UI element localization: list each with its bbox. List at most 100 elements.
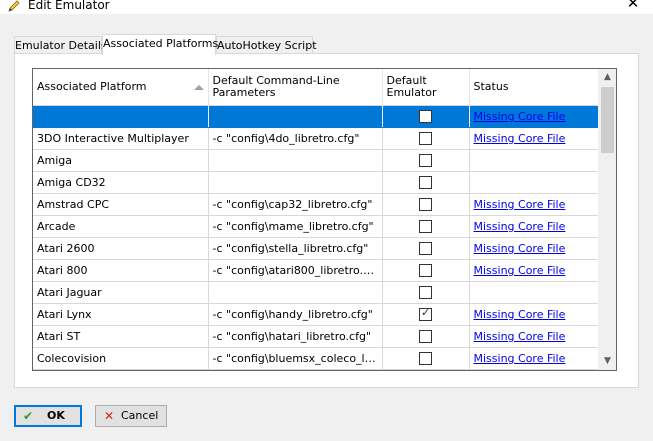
status-cell	[469, 369, 601, 370]
status-cell: Missing Core File	[469, 105, 601, 128]
default-emulator-checkbox[interactable]	[419, 154, 432, 168]
platform-cell[interactable]: Amstrad CPC	[33, 193, 209, 216]
table-row[interactable]: Colecovision -c "config\bluemsx_coleco_li…	[33, 347, 601, 370]
checkmark-icon: ✔	[23, 409, 34, 423]
status-cell: Missing Core File	[469, 127, 601, 150]
status-cell	[469, 171, 601, 194]
scroll-up-icon[interactable]: ▲	[599, 69, 616, 86]
missing-core-file-link[interactable]: Missing Core File	[474, 264, 566, 277]
platforms-table: Associated Platform Default Command-Line…	[33, 69, 601, 370]
missing-core-file-link[interactable]: Missing Core File	[474, 308, 566, 321]
default-emulator-checkbox[interactable]	[419, 132, 432, 146]
params-cell[interactable]: -c "config\stella_libretro.cfg"	[208, 237, 383, 260]
table-row[interactable]	[33, 369, 601, 370]
pencil-icon	[8, 0, 20, 12]
scroll-down-icon[interactable]: ▼	[599, 353, 616, 370]
platform-cell[interactable]: Atari Lynx	[33, 303, 209, 326]
header-row: Associated Platform Default Command-Line…	[33, 69, 601, 106]
title-bar: Edit Emulator ✕	[0, 0, 653, 14]
params-cell[interactable]: -c "config\hatari_libretro.cfg"	[208, 325, 383, 348]
default-cell	[382, 281, 470, 304]
missing-core-file-link[interactable]: Missing Core File	[474, 242, 566, 255]
missing-core-file-link[interactable]: Missing Core File	[474, 110, 566, 123]
table-row[interactable]: Amiga CD32	[33, 171, 601, 194]
default-emulator-checkbox[interactable]	[419, 242, 432, 256]
platform-cell[interactable]: Atari Jaguar	[33, 281, 209, 304]
column-header-default[interactable]: Default Emulator	[382, 69, 470, 106]
vertical-scrollbar[interactable]: ▲ ▼	[598, 69, 616, 370]
default-emulator-checkbox[interactable]	[419, 110, 432, 124]
column-header-status[interactable]: Status	[469, 69, 601, 106]
status-cell: Missing Core File	[469, 259, 601, 282]
platform-cell[interactable]: Atari ST	[33, 325, 209, 348]
grid-body: Missing Core File 3DO Interactive Multipl…	[33, 105, 601, 370]
params-cell[interactable]: -c "config\mame_libretro.cfg"	[208, 215, 383, 238]
default-emulator-checkbox[interactable]	[419, 198, 432, 212]
column-header-params[interactable]: Default Command-Line Parameters	[208, 69, 383, 106]
platform-cell[interactable]: Amiga	[33, 149, 209, 172]
missing-core-file-link[interactable]: Missing Core File	[474, 132, 566, 145]
ok-button[interactable]: ✔ OK	[14, 405, 82, 427]
checkmark-icon: ✓	[421, 306, 431, 320]
params-cell[interactable]: -c "config\atari800_libretro.cfg"	[208, 259, 383, 282]
default-emulator-checkbox[interactable]: ✓	[419, 306, 432, 322]
table-row[interactable]: 3DO Interactive Multiplayer -c "config\4d…	[33, 127, 601, 150]
platforms-grid: Associated Platform Default Command-Line…	[32, 68, 617, 371]
default-cell	[382, 237, 470, 260]
platform-cell[interactable]	[33, 369, 209, 370]
default-emulator-checkbox[interactable]	[419, 330, 432, 344]
params-cell[interactable]	[208, 281, 383, 304]
table-row[interactable]: Missing Core File	[33, 105, 601, 128]
tab-emulator-details[interactable]: Emulator Details	[14, 36, 107, 53]
status-cell: Missing Core File	[469, 215, 601, 238]
default-cell	[382, 149, 470, 172]
platform-cell[interactable]: 3DO Interactive Multiplayer	[33, 127, 209, 150]
params-cell[interactable]: -c "config\cap32_libretro.cfg"	[208, 193, 383, 216]
params-cell[interactable]: -c "config\bluemsx_coleco_libret…	[208, 347, 383, 370]
params-cell[interactable]	[208, 171, 383, 194]
missing-core-file-link[interactable]: Missing Core File	[474, 220, 566, 233]
status-cell: Missing Core File	[469, 193, 601, 216]
missing-core-file-link[interactable]: Missing Core File	[474, 330, 566, 343]
ok-button-label: OK	[47, 409, 65, 422]
table-row[interactable]: Atari 800 -c "config\atari800_libretro.cf…	[33, 259, 601, 282]
table-row[interactable]: Amstrad CPC -c "config\cap32_libretro.cfg…	[33, 193, 601, 216]
default-emulator-checkbox[interactable]	[419, 286, 432, 300]
cancel-button[interactable]: ✕ Cancel	[95, 405, 167, 427]
sort-ascending-icon	[193, 85, 204, 90]
table-row[interactable]: Atari Lynx -c "config\handy_libretro.cfg"…	[33, 303, 601, 326]
params-cell[interactable]	[208, 105, 383, 128]
params-cell[interactable]	[208, 369, 383, 370]
params-cell[interactable]: -c "config\4do_libretro.cfg"	[208, 127, 383, 150]
table-row[interactable]: Arcade -c "config\mame_libretro.cfg" Missi…	[33, 215, 601, 238]
params-cell[interactable]	[208, 149, 383, 172]
tab-autohotkey-script[interactable]: AutoHotkey Script	[216, 36, 317, 53]
default-emulator-checkbox[interactable]	[419, 220, 432, 234]
table-row[interactable]: Atari Jaguar	[33, 281, 601, 304]
missing-core-file-link[interactable]: Missing Core File	[474, 352, 566, 365]
missing-core-file-link[interactable]: Missing Core File	[474, 198, 566, 211]
status-cell: Missing Core File	[469, 325, 601, 348]
default-emulator-checkbox[interactable]	[419, 352, 432, 366]
table-row[interactable]: Atari 2600 -c "config\stella_libretro.cfg…	[33, 237, 601, 260]
table-row[interactable]: Atari ST -c "config\hatari_libretro.cfg" M…	[33, 325, 601, 348]
status-cell	[469, 281, 601, 304]
column-header-platform[interactable]: Associated Platform	[33, 69, 209, 106]
close-button[interactable]: ✕	[613, 0, 653, 14]
platform-cell[interactable]: Amiga CD32	[33, 171, 209, 194]
default-cell	[382, 193, 470, 216]
default-cell	[382, 105, 470, 128]
table-row[interactable]: Amiga	[33, 149, 601, 172]
default-cell	[382, 347, 470, 370]
default-emulator-checkbox[interactable]	[419, 264, 432, 278]
platform-cell[interactable]: Colecovision	[33, 347, 209, 370]
default-emulator-checkbox[interactable]	[419, 176, 432, 190]
tab-associated-platforms[interactable]: Associated Platforms	[102, 34, 218, 55]
default-cell	[382, 369, 470, 370]
platform-cell[interactable]: Atari 800	[33, 259, 209, 282]
platform-cell[interactable]: Arcade	[33, 215, 209, 238]
platform-cell[interactable]	[33, 105, 209, 128]
platform-cell[interactable]: Atari 2600	[33, 237, 209, 260]
scroll-thumb[interactable]	[601, 87, 614, 153]
params-cell[interactable]: -c "config\handy_libretro.cfg"	[208, 303, 383, 326]
